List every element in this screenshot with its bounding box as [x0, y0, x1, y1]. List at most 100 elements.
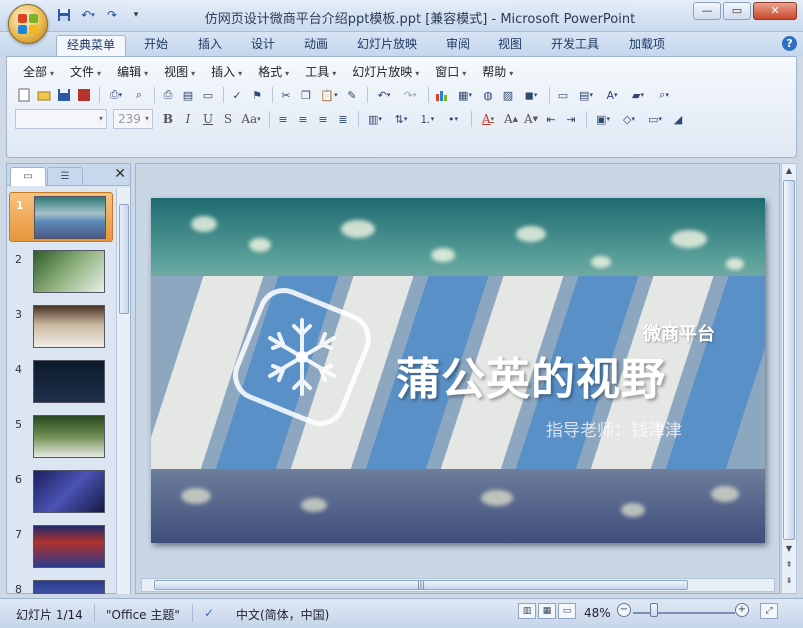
tab-review[interactable]: 审阅	[436, 35, 480, 56]
print-preview-icon[interactable]: ⎙ ▾	[104, 86, 128, 104]
font-color-icon[interactable]: A ▾	[476, 110, 500, 128]
slide-thumbnail[interactable]: 6	[9, 467, 113, 517]
tab-animations[interactable]: 动画	[294, 35, 338, 56]
thumbnail-scrollbar[interactable]	[116, 188, 130, 594]
redo-icon[interactable]: ↷	[102, 6, 122, 24]
layout-icon[interactable]: ▤ ▾	[574, 86, 598, 104]
align-center-icon[interactable]: ≡	[294, 110, 312, 128]
format-painter-icon[interactable]: ✎	[343, 86, 361, 104]
slide-thumbnail[interactable]: 2	[9, 247, 113, 297]
fill-icon[interactable]: ▭ ▾	[643, 110, 667, 128]
previous-slide-icon[interactable]: ⇞	[782, 558, 796, 572]
columns-icon[interactable]: ▥ ▾	[363, 110, 387, 128]
language-indicator[interactable]: 中文(简体，中国)	[236, 606, 329, 623]
cut-icon[interactable]: ✂	[277, 86, 295, 104]
search-icon[interactable]: ⌕ ▾	[652, 86, 676, 104]
tab-view[interactable]: 视图	[488, 35, 532, 56]
tab-slideshow[interactable]: 幻灯片放映	[347, 35, 427, 56]
font-size-field[interactable]: 239 ▾	[113, 109, 153, 129]
tab-addins[interactable]: 加载项	[619, 35, 675, 56]
scrollbar-thumb[interactable]: |||	[154, 580, 688, 590]
scrollbar-thumb[interactable]	[783, 180, 795, 540]
horizontal-scrollbar[interactable]: |||	[141, 578, 775, 592]
text-direction-icon[interactable]: ⇅ ▾	[389, 110, 413, 128]
maximize-button[interactable]: ▭	[723, 2, 751, 20]
tab-slides[interactable]: ▭	[10, 167, 46, 186]
fit-to-window-icon[interactable]: ⤢	[760, 603, 778, 619]
spell-check-icon[interactable]: ✓	[204, 606, 214, 620]
menu-file[interactable]: 文件 ▾	[62, 63, 109, 81]
tab-home[interactable]: 开始	[134, 35, 178, 56]
scrollbar-thumb[interactable]	[119, 204, 129, 314]
tab-insert[interactable]: 插入	[188, 35, 232, 56]
spelling-icon[interactable]: ▭	[199, 86, 217, 104]
scroll-up-icon[interactable]: ▲	[782, 164, 796, 178]
slide-sorter-button[interactable]: ▦	[538, 603, 556, 619]
slide-design-icon[interactable]: ▣ ▾	[591, 110, 615, 128]
menu-slideshow[interactable]: 幻灯片放映 ▾	[344, 63, 427, 81]
menu-help[interactable]: 帮助 ▾	[474, 63, 521, 81]
vertical-scrollbar[interactable]: ▲ ▼ ⇞ ⇟	[781, 163, 797, 594]
italic-icon[interactable]: I	[179, 110, 197, 128]
slide-thumbnail[interactable]: 1	[9, 192, 113, 242]
slide-canvas[interactable]: 微商平台 蒲公英的视野 指导老师：钱津津	[151, 198, 765, 543]
slide-title[interactable]: 蒲公英的视野	[396, 343, 666, 407]
folder-icon[interactable]: ▰ ▾	[626, 86, 650, 104]
redo-icon[interactable]: ↷ ▾	[398, 86, 422, 104]
scroll-down-icon[interactable]: ▼	[782, 542, 796, 556]
new-icon[interactable]	[15, 86, 33, 104]
check-spelling-icon[interactable]: ✓	[228, 86, 246, 104]
tab-design[interactable]: 设计	[241, 35, 285, 56]
office-button[interactable]	[8, 4, 48, 44]
textbox-icon[interactable]: A ▾	[600, 86, 624, 104]
slide-thumbnail[interactable]: 3	[9, 302, 113, 352]
picture-icon[interactable]: ▨	[499, 86, 517, 104]
menu-tools[interactable]: 工具 ▾	[297, 63, 344, 81]
theme-name[interactable]: "Office 主题"	[106, 606, 180, 623]
zoom-slider-thumb[interactable]	[650, 603, 658, 617]
clipart-icon[interactable]: ◍	[479, 86, 497, 104]
slide-thumbnail[interactable]: 4	[9, 357, 113, 407]
preview-icon[interactable]: ▤	[179, 86, 197, 104]
slideshow-button[interactable]: ▭	[558, 603, 576, 619]
zoom-slider[interactable]	[633, 612, 735, 614]
chart-icon[interactable]	[433, 86, 451, 104]
slide-thumbnail[interactable]: 8	[9, 577, 113, 594]
tab-classic-menu[interactable]: 经典菜单	[56, 35, 127, 56]
decrease-font-icon[interactable]: A ▼	[522, 110, 540, 128]
undo-icon[interactable]: ↶ ▾	[78, 6, 98, 24]
normal-view-button[interactable]: ▥	[518, 603, 536, 619]
change-case-icon[interactable]: Aa ▾	[239, 110, 263, 128]
paint-bucket-icon[interactable]: ◢	[669, 110, 687, 128]
menu-all[interactable]: 全部 ▾	[15, 63, 62, 81]
zoom-out-icon[interactable]: −	[617, 603, 631, 617]
new-slide-icon[interactable]: ▭	[554, 86, 572, 104]
bold-icon[interactable]: B	[159, 110, 177, 128]
justify-icon[interactable]: ≣	[334, 110, 352, 128]
open-icon[interactable]	[35, 86, 53, 104]
color-grayscale-icon[interactable]: ◼ ▾	[519, 86, 543, 104]
menu-edit[interactable]: 编辑 ▾	[109, 63, 156, 81]
menu-insert[interactable]: 插入 ▾	[203, 63, 250, 81]
increase-font-icon[interactable]: A ▲	[502, 110, 520, 128]
align-left-icon[interactable]: ≡	[274, 110, 292, 128]
help-icon[interactable]: ?	[782, 36, 797, 51]
menu-format[interactable]: 格式 ▾	[250, 63, 297, 81]
shapes-icon[interactable]: ◇ ▾	[617, 110, 641, 128]
research-icon[interactable]: ⌕	[130, 86, 148, 104]
undo-icon[interactable]: ↶ ▾	[372, 86, 396, 104]
print-icon[interactable]: ⎙	[159, 86, 177, 104]
save-icon[interactable]	[54, 6, 74, 24]
tab-outline[interactable]: ☰	[47, 167, 83, 186]
font-name-field[interactable]: ▾	[15, 109, 107, 129]
customize-qat-icon[interactable]: ▾	[126, 6, 146, 24]
close-pane-icon[interactable]: ✕	[114, 166, 126, 182]
next-slide-icon[interactable]: ⇟	[782, 574, 796, 588]
permission-icon[interactable]	[75, 86, 93, 104]
align-right-icon[interactable]: ≡	[314, 110, 332, 128]
tab-developer[interactable]: 开发工具	[541, 35, 609, 56]
copy-icon[interactable]: ❐	[297, 86, 315, 104]
save-icon[interactable]	[55, 86, 73, 104]
decrease-indent-icon[interactable]: ⇤	[542, 110, 560, 128]
shadow-icon[interactable]: S	[219, 110, 237, 128]
